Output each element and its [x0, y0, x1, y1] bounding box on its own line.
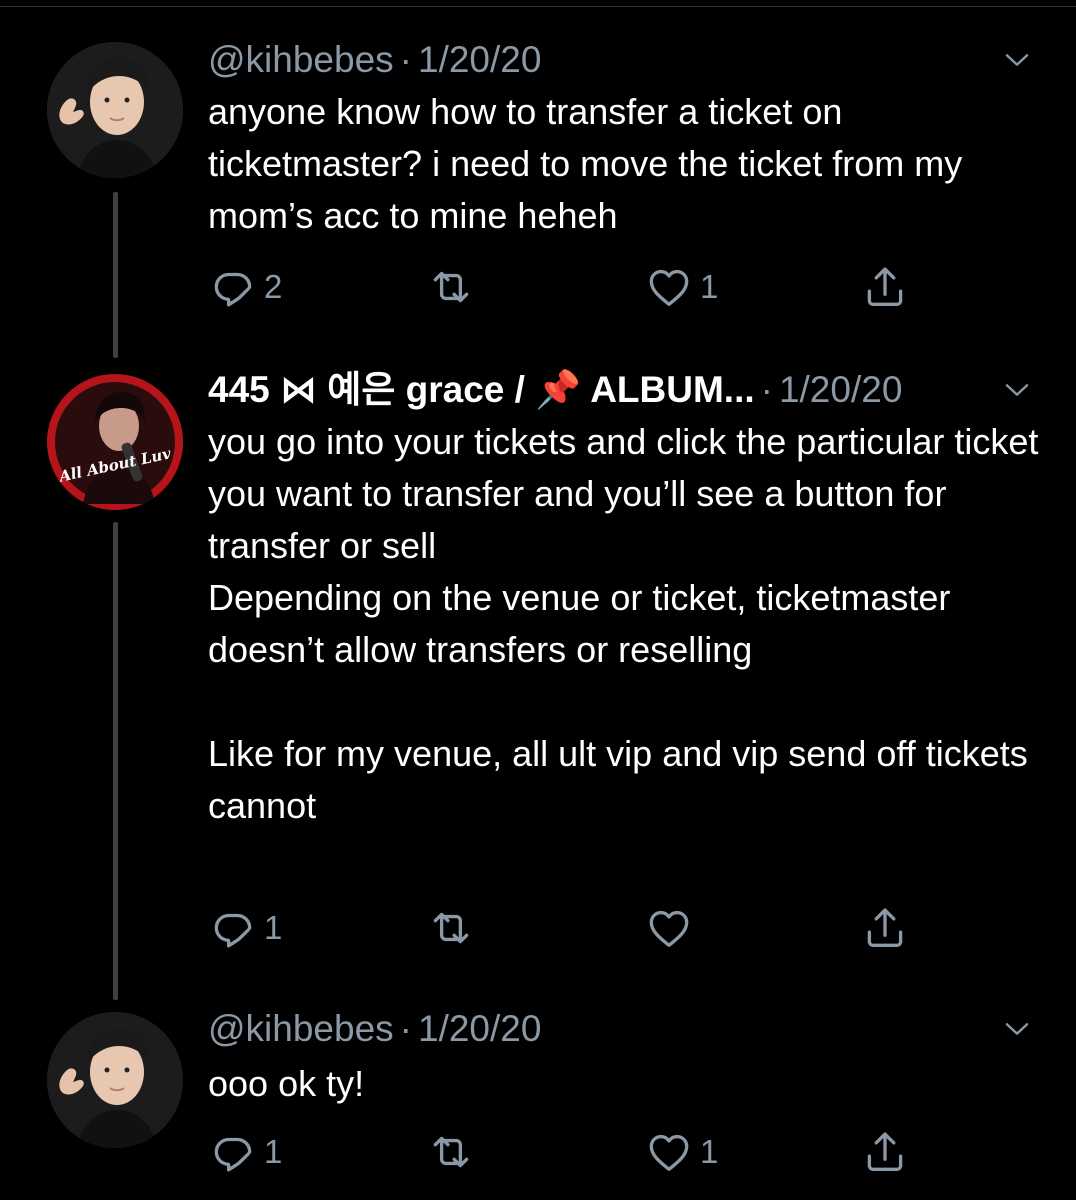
retweet-icon	[424, 903, 478, 953]
avatar[interactable]: All About Luv	[47, 374, 183, 510]
user-handle[interactable]: @kihbebes	[208, 39, 394, 80]
tweet-date[interactable]: 1/20/20	[779, 369, 902, 410]
top-divider	[0, 6, 1076, 7]
separator-dot: ·	[399, 1008, 412, 1049]
chevron-down-icon[interactable]	[1001, 44, 1033, 76]
reply-icon	[208, 1127, 258, 1177]
user-handle[interactable]: @kihbebes	[208, 1008, 394, 1049]
display-name[interactable]: 445 ⋈ 예은 grace / 📌 ALBUM...	[208, 369, 755, 410]
separator-dot: ·	[399, 39, 412, 80]
reply-count: 1	[264, 1133, 283, 1170]
share-button[interactable]	[860, 903, 910, 953]
reply-button[interactable]: 1	[208, 903, 282, 953]
chevron-down-icon[interactable]	[1001, 1013, 1033, 1045]
tweet-header: @kihbebes · 1/20/20	[208, 40, 541, 80]
like-count: 1	[700, 1133, 719, 1170]
like-button[interactable]	[644, 903, 700, 953]
like-button[interactable]: 1	[644, 1127, 718, 1177]
thread-line	[113, 192, 118, 358]
tweet-actions: 1	[208, 903, 928, 953]
reply-button[interactable]: 1	[208, 1127, 282, 1177]
heart-icon	[644, 1127, 694, 1177]
chevron-down-icon[interactable]	[1001, 374, 1033, 406]
share-icon	[860, 903, 910, 953]
retweet-button[interactable]	[424, 1127, 484, 1177]
tweet-text: ooo ok ty!	[208, 1063, 365, 1104]
reply-count: 2	[264, 268, 283, 305]
tweet-text: anyone know how to transfer a ticket on …	[208, 91, 973, 236]
separator-dot: ·	[760, 369, 773, 410]
tweet-header: 445 ⋈ 예은 grace / 📌 ALBUM... · 1/20/20	[208, 370, 902, 410]
reply-button[interactable]: 2	[208, 262, 282, 312]
avatar[interactable]	[47, 42, 183, 178]
retweet-button[interactable]	[424, 262, 484, 312]
heart-icon	[644, 262, 694, 312]
retweet-icon	[424, 1127, 478, 1177]
like-count: 1	[700, 268, 719, 305]
reply-count: 1	[264, 909, 283, 946]
avatar[interactable]	[47, 1012, 183, 1148]
tweet-actions: 1 1	[208, 1127, 928, 1177]
retweet-icon	[424, 262, 478, 312]
reply-icon	[208, 262, 258, 312]
reply-icon	[208, 903, 258, 953]
share-button[interactable]	[860, 262, 910, 312]
share-icon	[860, 1127, 910, 1177]
retweet-button[interactable]	[424, 903, 484, 953]
tweet-actions: 2 1	[208, 262, 928, 312]
tweet-date[interactable]: 1/20/20	[418, 39, 541, 80]
heart-icon	[644, 903, 694, 953]
tweet-text: you go into your tickets and click the p…	[208, 421, 1039, 826]
like-button[interactable]: 1	[644, 262, 718, 312]
tweet-header: @kihbebes · 1/20/20	[208, 1009, 541, 1049]
share-icon	[860, 262, 910, 312]
thread-line	[113, 522, 118, 1000]
share-button[interactable]	[860, 1127, 910, 1177]
tweet-date[interactable]: 1/20/20	[418, 1008, 541, 1049]
